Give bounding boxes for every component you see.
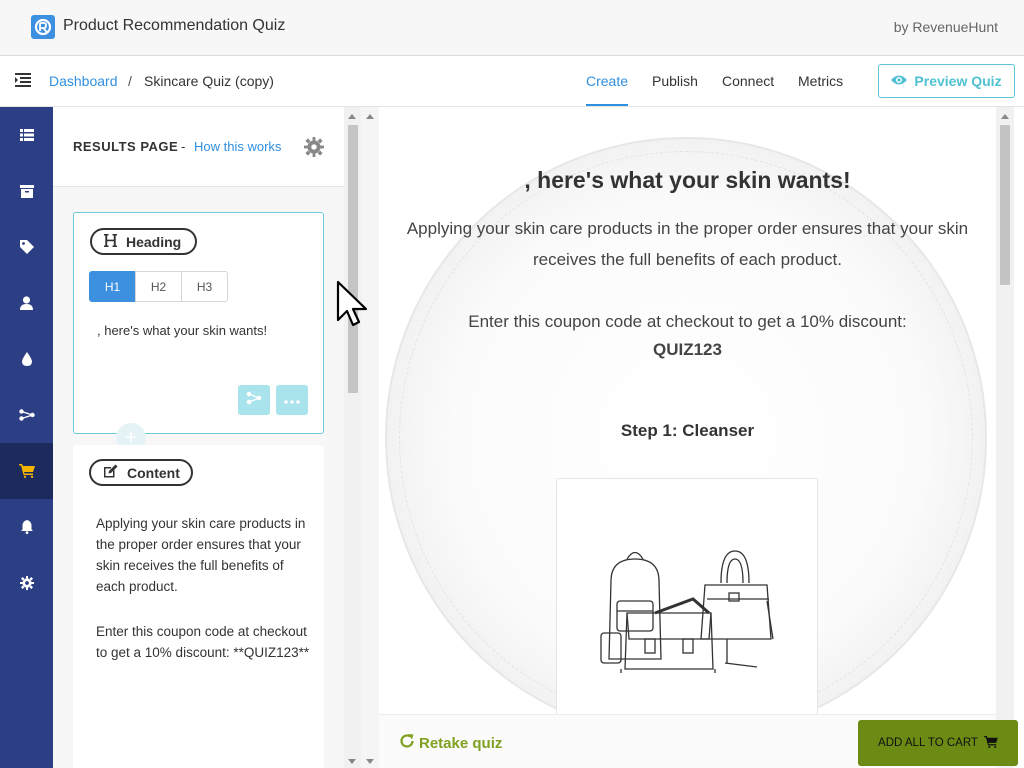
- preview-scrollbar[interactable]: [996, 107, 1014, 768]
- list-icon: [19, 129, 34, 141]
- mouse-pointer-icon: [336, 280, 370, 333]
- panel-header: RESULTS PAGE - How this works: [53, 107, 345, 187]
- breadcrumb-separator: /: [128, 73, 132, 89]
- content-block-tag: Content: [89, 459, 193, 486]
- content-block-label: Content: [127, 464, 180, 481]
- breadcrumb-dashboard-link[interactable]: Dashboard: [49, 73, 118, 89]
- gutter-up-arrow-icon: [366, 114, 374, 119]
- heading-level-h3-button[interactable]: H3: [181, 271, 228, 302]
- box-icon: [19, 184, 34, 198]
- sidebar-item-logic[interactable]: [0, 387, 53, 443]
- sidebar-item-results[interactable]: [0, 443, 53, 499]
- heading-text-field[interactable]: , here's what your skin wants!: [97, 323, 267, 338]
- sidebar-item-products[interactable]: [0, 163, 53, 219]
- sidebar-item-notifications[interactable]: [0, 499, 53, 555]
- heading-block-label: Heading: [126, 233, 182, 250]
- edit-icon: [103, 464, 118, 481]
- gear-icon: [19, 576, 34, 590]
- flow-icon: [18, 409, 35, 421]
- panel-scrollbar[interactable]: [344, 107, 361, 768]
- more-dots-icon: [284, 391, 300, 409]
- menu-toggle-icon[interactable]: [15, 73, 31, 87]
- content-text-field[interactable]: Applying your skin care products in the …: [96, 513, 311, 663]
- results-preview: , here's what your skin wants! Applying …: [379, 107, 996, 768]
- preview-body-text: Applying your skin care products in the …: [406, 219, 969, 269]
- title-bar: Product Recommendation Quiz by RevenueHu…: [0, 0, 1024, 56]
- sidebar-item-settings[interactable]: [0, 555, 53, 611]
- panel-scroll-thumb[interactable]: [348, 125, 358, 393]
- scroll-up-arrow-icon[interactable]: [348, 114, 356, 119]
- heading-h-icon: [104, 233, 117, 250]
- preview-coupon-code: QUIZ123: [653, 340, 722, 359]
- cart-icon: [18, 464, 35, 478]
- share-nodes-icon: [246, 391, 262, 410]
- user-icon: [20, 296, 33, 310]
- retake-quiz-button[interactable]: Retake quiz: [399, 733, 502, 753]
- byline: by RevenueHunt: [893, 19, 998, 35]
- preview-coupon-text: Enter this coupon code at checkout to ge…: [468, 312, 907, 331]
- preview-scroll-thumb[interactable]: [1000, 125, 1010, 285]
- tab-metrics[interactable]: Metrics: [798, 73, 843, 89]
- title-dash: -: [181, 139, 186, 154]
- nav-bar: Dashboard / Skincare Quiz (copy) Create …: [0, 56, 1024, 107]
- heading-level-h1-button[interactable]: H1: [89, 271, 136, 302]
- sidebar-item-design[interactable]: [0, 331, 53, 387]
- heading-block-tag: Heading: [90, 228, 197, 255]
- heading-more-button[interactable]: [276, 385, 308, 415]
- sidebar-item-tags[interactable]: [0, 219, 53, 275]
- add-all-to-cart-button[interactable]: ADD ALL TO CART: [858, 720, 1018, 766]
- breadcrumb-current: Skincare Quiz (copy): [144, 73, 274, 89]
- content-paragraph-1: Applying your skin care products in the …: [96, 516, 306, 594]
- sidebar-item-users[interactable]: [0, 275, 53, 331]
- tag-icon: [19, 240, 34, 254]
- retake-quiz-label: Retake quiz: [419, 734, 503, 752]
- redo-icon: [399, 733, 415, 753]
- tab-create[interactable]: Create: [586, 73, 628, 89]
- sidebar-item-questions[interactable]: [0, 107, 53, 163]
- panel-gutter: [361, 107, 379, 768]
- heading-connect-button[interactable]: [238, 385, 270, 415]
- add-all-to-cart-label: ADD ALL TO CART: [878, 737, 978, 749]
- bell-icon: [20, 520, 33, 534]
- heading-block[interactable]: Heading H1 H2 H3 , here's what your skin…: [73, 212, 324, 434]
- cart-button-icon: [984, 735, 998, 751]
- scroll-down-arrow-icon[interactable]: [348, 759, 356, 764]
- drop-icon: [21, 352, 32, 366]
- preview-quiz-label: Preview Quiz: [914, 73, 1002, 89]
- product-bags-image: [597, 541, 777, 681]
- heading-level-h2-button[interactable]: H2: [135, 271, 182, 302]
- gutter-down-arrow-icon: [366, 759, 374, 764]
- preview-heading: , here's what your skin wants!: [524, 167, 851, 193]
- heading-level-selector: H1 H2 H3: [89, 271, 228, 302]
- preview-scroll-up-arrow-icon[interactable]: [1001, 114, 1009, 119]
- preview-quiz-button[interactable]: Preview Quiz: [878, 64, 1015, 98]
- active-tab-indicator: [586, 104, 628, 106]
- app-title: Product Recommendation Quiz: [63, 17, 286, 34]
- app-logo-icon: [31, 15, 55, 39]
- preview-step-title: Step 1: Cleanser: [620, 421, 755, 440]
- content-block[interactable]: Content Applying your skin care products…: [73, 445, 324, 768]
- eye-icon: [891, 73, 908, 89]
- tab-publish[interactable]: Publish: [652, 73, 698, 89]
- results-settings-panel: RESULTS PAGE - How this works Heading H1…: [53, 107, 345, 768]
- results-settings-gear-icon[interactable]: [304, 137, 324, 162]
- how-this-works-link[interactable]: How this works: [194, 139, 281, 154]
- content-paragraph-2: Enter this coupon code at checkout to ge…: [96, 624, 310, 660]
- results-page-title: RESULTS PAGE: [73, 139, 179, 154]
- tab-connect[interactable]: Connect: [722, 73, 774, 89]
- icon-sidebar: [0, 107, 53, 768]
